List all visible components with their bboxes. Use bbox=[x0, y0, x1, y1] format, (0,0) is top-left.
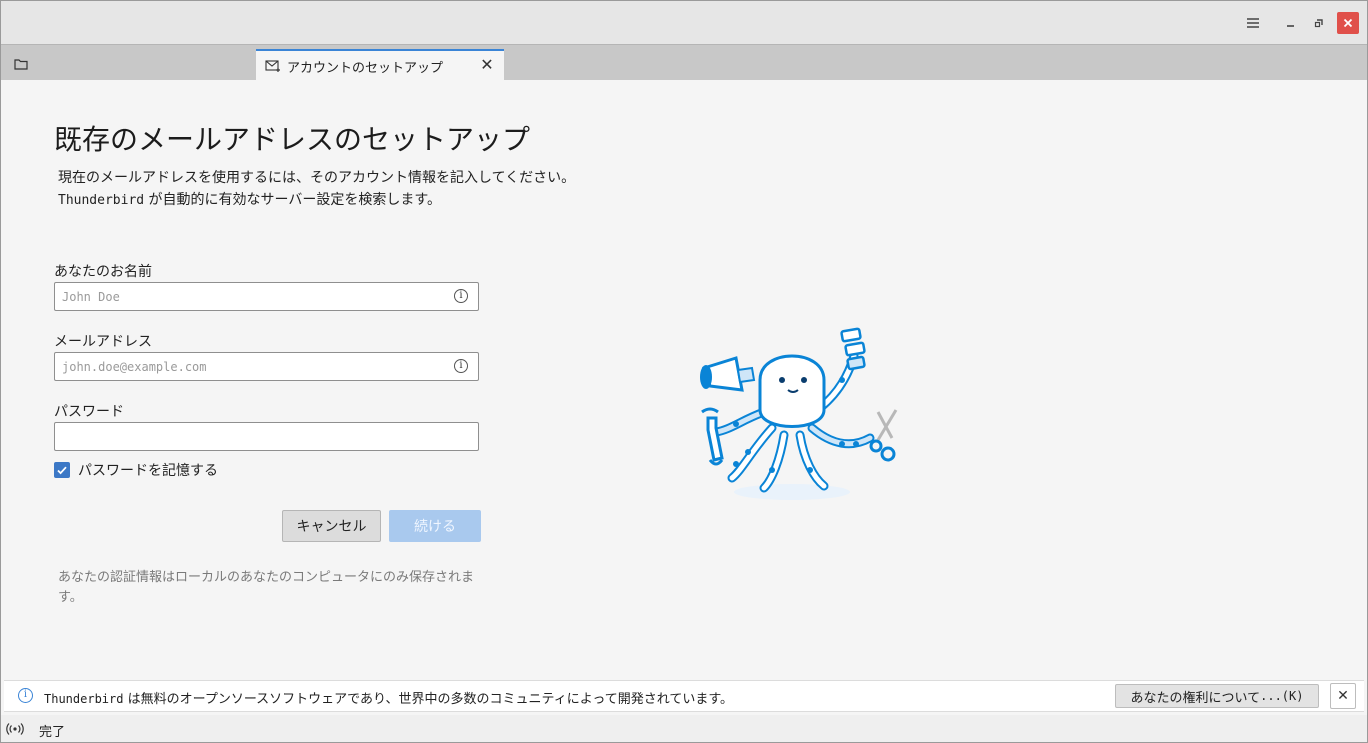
name-label: あなたのお名前 bbox=[54, 264, 152, 280]
checkmark-icon bbox=[57, 466, 67, 475]
tab-bar: アカウントのセットアップ ✕ bbox=[0, 44, 1368, 81]
privacy-note: あなたの認証情報はローカルのあなたのコンピュータにのみ保存されます。 bbox=[58, 570, 475, 605]
rights-button-accesskey: ...(K) bbox=[1260, 689, 1304, 703]
intro-text: 現在のメールアドレスを使用するには、そのアカウント情報を記入してください。 Th… bbox=[58, 167, 575, 212]
octopus-mascot-illustration bbox=[700, 327, 898, 500]
rights-button-label: あなたの権利について bbox=[1130, 690, 1261, 706]
continue-button[interactable]: 続ける bbox=[389, 510, 481, 542]
remember-password[interactable]: パスワードを記憶する bbox=[54, 460, 218, 480]
email-label: メールアドレス bbox=[54, 334, 152, 350]
close-icon[interactable] bbox=[1337, 12, 1359, 34]
intro-line-2-text: が自動的に有効なサーバー設定を検索します。 bbox=[144, 192, 442, 208]
remember-label: パスワードを記憶する bbox=[78, 463, 218, 479]
password-input[interactable] bbox=[55, 423, 442, 450]
name-info-icon[interactable]: i bbox=[454, 289, 468, 303]
password-label: パスワード bbox=[54, 404, 124, 420]
tab-account-setup[interactable]: アカウントのセットアップ ✕ bbox=[256, 49, 504, 81]
title-bar bbox=[0, 0, 1368, 44]
connection-icon bbox=[6, 721, 24, 737]
info-icon: i bbox=[18, 688, 33, 703]
email-input[interactable] bbox=[55, 353, 442, 380]
email-info-icon[interactable]: i bbox=[454, 359, 468, 373]
notification-bar: i Thunderbird は無料のオープンソースソフトウェアであり、世界中の多… bbox=[4, 680, 1364, 712]
page-title: 既存のメールアドレスのセットアップ bbox=[54, 123, 531, 156]
minimize-icon[interactable] bbox=[1279, 12, 1301, 34]
notification-close-icon[interactable]: ✕ bbox=[1330, 683, 1356, 709]
notification-app-name: Thunderbird bbox=[44, 692, 124, 706]
tab-mail-folder[interactable] bbox=[6, 51, 36, 77]
name-field[interactable]: i bbox=[54, 282, 479, 311]
notification-text: Thunderbird は無料のオープンソースソフトウェアであり、世界中の多数の… bbox=[44, 688, 733, 707]
password-field[interactable] bbox=[54, 422, 479, 451]
remember-checkbox[interactable] bbox=[54, 462, 70, 478]
intro-line-1: 現在のメールアドレスを使用するには、そのアカウント情報を記入してください。 bbox=[58, 170, 576, 186]
email-field[interactable]: i bbox=[54, 352, 479, 381]
mail-setup-icon bbox=[265, 58, 281, 74]
know-your-rights-button[interactable]: あなたの権利について ...(K) bbox=[1115, 684, 1319, 708]
status-text: 完了 bbox=[39, 725, 66, 740]
intro-line-2: Thunderbird が自動的に有効なサーバー設定を検索します。 bbox=[58, 189, 575, 212]
maximize-icon[interactable] bbox=[1308, 12, 1330, 34]
menu-icon[interactable] bbox=[1242, 12, 1264, 34]
intro-app-name: Thunderbird bbox=[58, 193, 145, 208]
cancel-button[interactable]: キャンセル bbox=[282, 510, 381, 542]
notification-message: は無料のオープンソースソフトウェアであり、世界中の多数のコミュニティによって開発… bbox=[123, 692, 734, 707]
status-bar: 完了 bbox=[0, 715, 1368, 743]
tab-close-icon[interactable]: ✕ bbox=[478, 56, 496, 74]
name-input[interactable] bbox=[55, 283, 442, 310]
folder-icon bbox=[14, 55, 28, 74]
tab-label: アカウントのセットアップ bbox=[287, 60, 444, 76]
